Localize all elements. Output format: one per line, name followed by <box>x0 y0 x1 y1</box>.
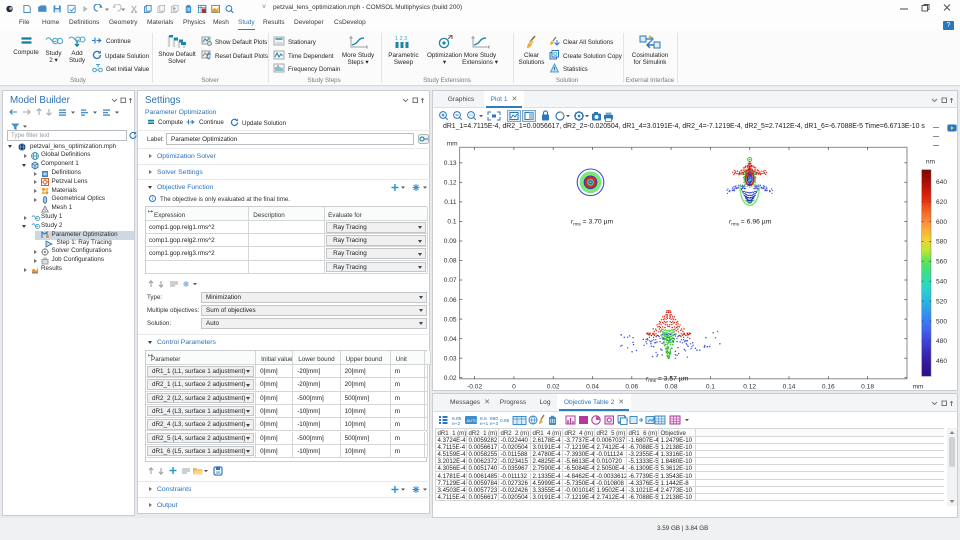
svg-text:500: 500 <box>936 318 947 325</box>
svg-text:0.04: 0.04 <box>444 336 457 343</box>
svg-text:0.1: 0.1 <box>706 383 715 390</box>
svg-text:0.04: 0.04 <box>586 383 599 390</box>
svg-text:0.85: 0.85 <box>500 418 510 424</box>
svg-text:0.1: 0.1 <box>447 219 456 226</box>
svg-text:0.06: 0.06 <box>625 383 638 390</box>
svg-text:560: 560 <box>936 259 947 266</box>
svg-text:0.02: 0.02 <box>444 375 457 382</box>
svg-text:0.05: 0.05 <box>444 316 457 323</box>
svg-text:e+1: e+1 <box>480 421 488 426</box>
svg-text:1 2 3: 1 2 3 <box>395 36 407 42</box>
svg-text:480: 480 <box>936 338 947 345</box>
svg-text:0.12: 0.12 <box>444 180 457 187</box>
svg-text:0.03: 0.03 <box>444 355 457 362</box>
svg-text:0: 0 <box>512 383 516 390</box>
svg-text:0.18: 0.18 <box>861 383 874 390</box>
svg-text:0.14: 0.14 <box>783 383 796 390</box>
svg-text:0.07: 0.07 <box>444 277 457 284</box>
svg-text:0.06: 0.06 <box>444 297 457 304</box>
svg-text:e+3: e+3 <box>490 421 498 426</box>
svg-text:520: 520 <box>936 298 947 305</box>
svg-text:600: 600 <box>936 219 947 226</box>
svg-text:540: 540 <box>936 279 947 286</box>
svg-text:0.08: 0.08 <box>665 383 678 390</box>
svg-text:0.08: 0.08 <box>444 258 457 265</box>
svg-text:460: 460 <box>936 358 947 365</box>
svg-text:0.12: 0.12 <box>743 383 756 390</box>
svg-text:620: 620 <box>936 199 947 206</box>
svg-text:-0.02: -0.02 <box>467 383 482 390</box>
svg-text:e+2: e+2 <box>452 421 460 426</box>
svg-text:640: 640 <box>936 179 947 186</box>
svg-text:nm: nm <box>926 159 936 166</box>
svg-text:rrms = 3.57 µm: rrms = 3.57 µm <box>646 376 689 384</box>
svg-text:rrms = 6.96 µm: rrms = 6.96 µm <box>729 219 772 227</box>
svg-text:AUTO: AUTO <box>467 418 478 423</box>
svg-text:mm: mm <box>447 140 458 147</box>
svg-text:rrms = 3.70 µm: rrms = 3.70 µm <box>571 219 614 227</box>
svg-text:0.02: 0.02 <box>547 383 560 390</box>
svg-text:0.13: 0.13 <box>444 160 457 167</box>
svg-text:mm: mm <box>913 383 924 390</box>
svg-text:580: 580 <box>936 239 947 246</box>
svg-text:0.11: 0.11 <box>444 199 457 206</box>
svg-text:0.16: 0.16 <box>822 383 835 390</box>
svg-text:0.09: 0.09 <box>444 238 457 245</box>
